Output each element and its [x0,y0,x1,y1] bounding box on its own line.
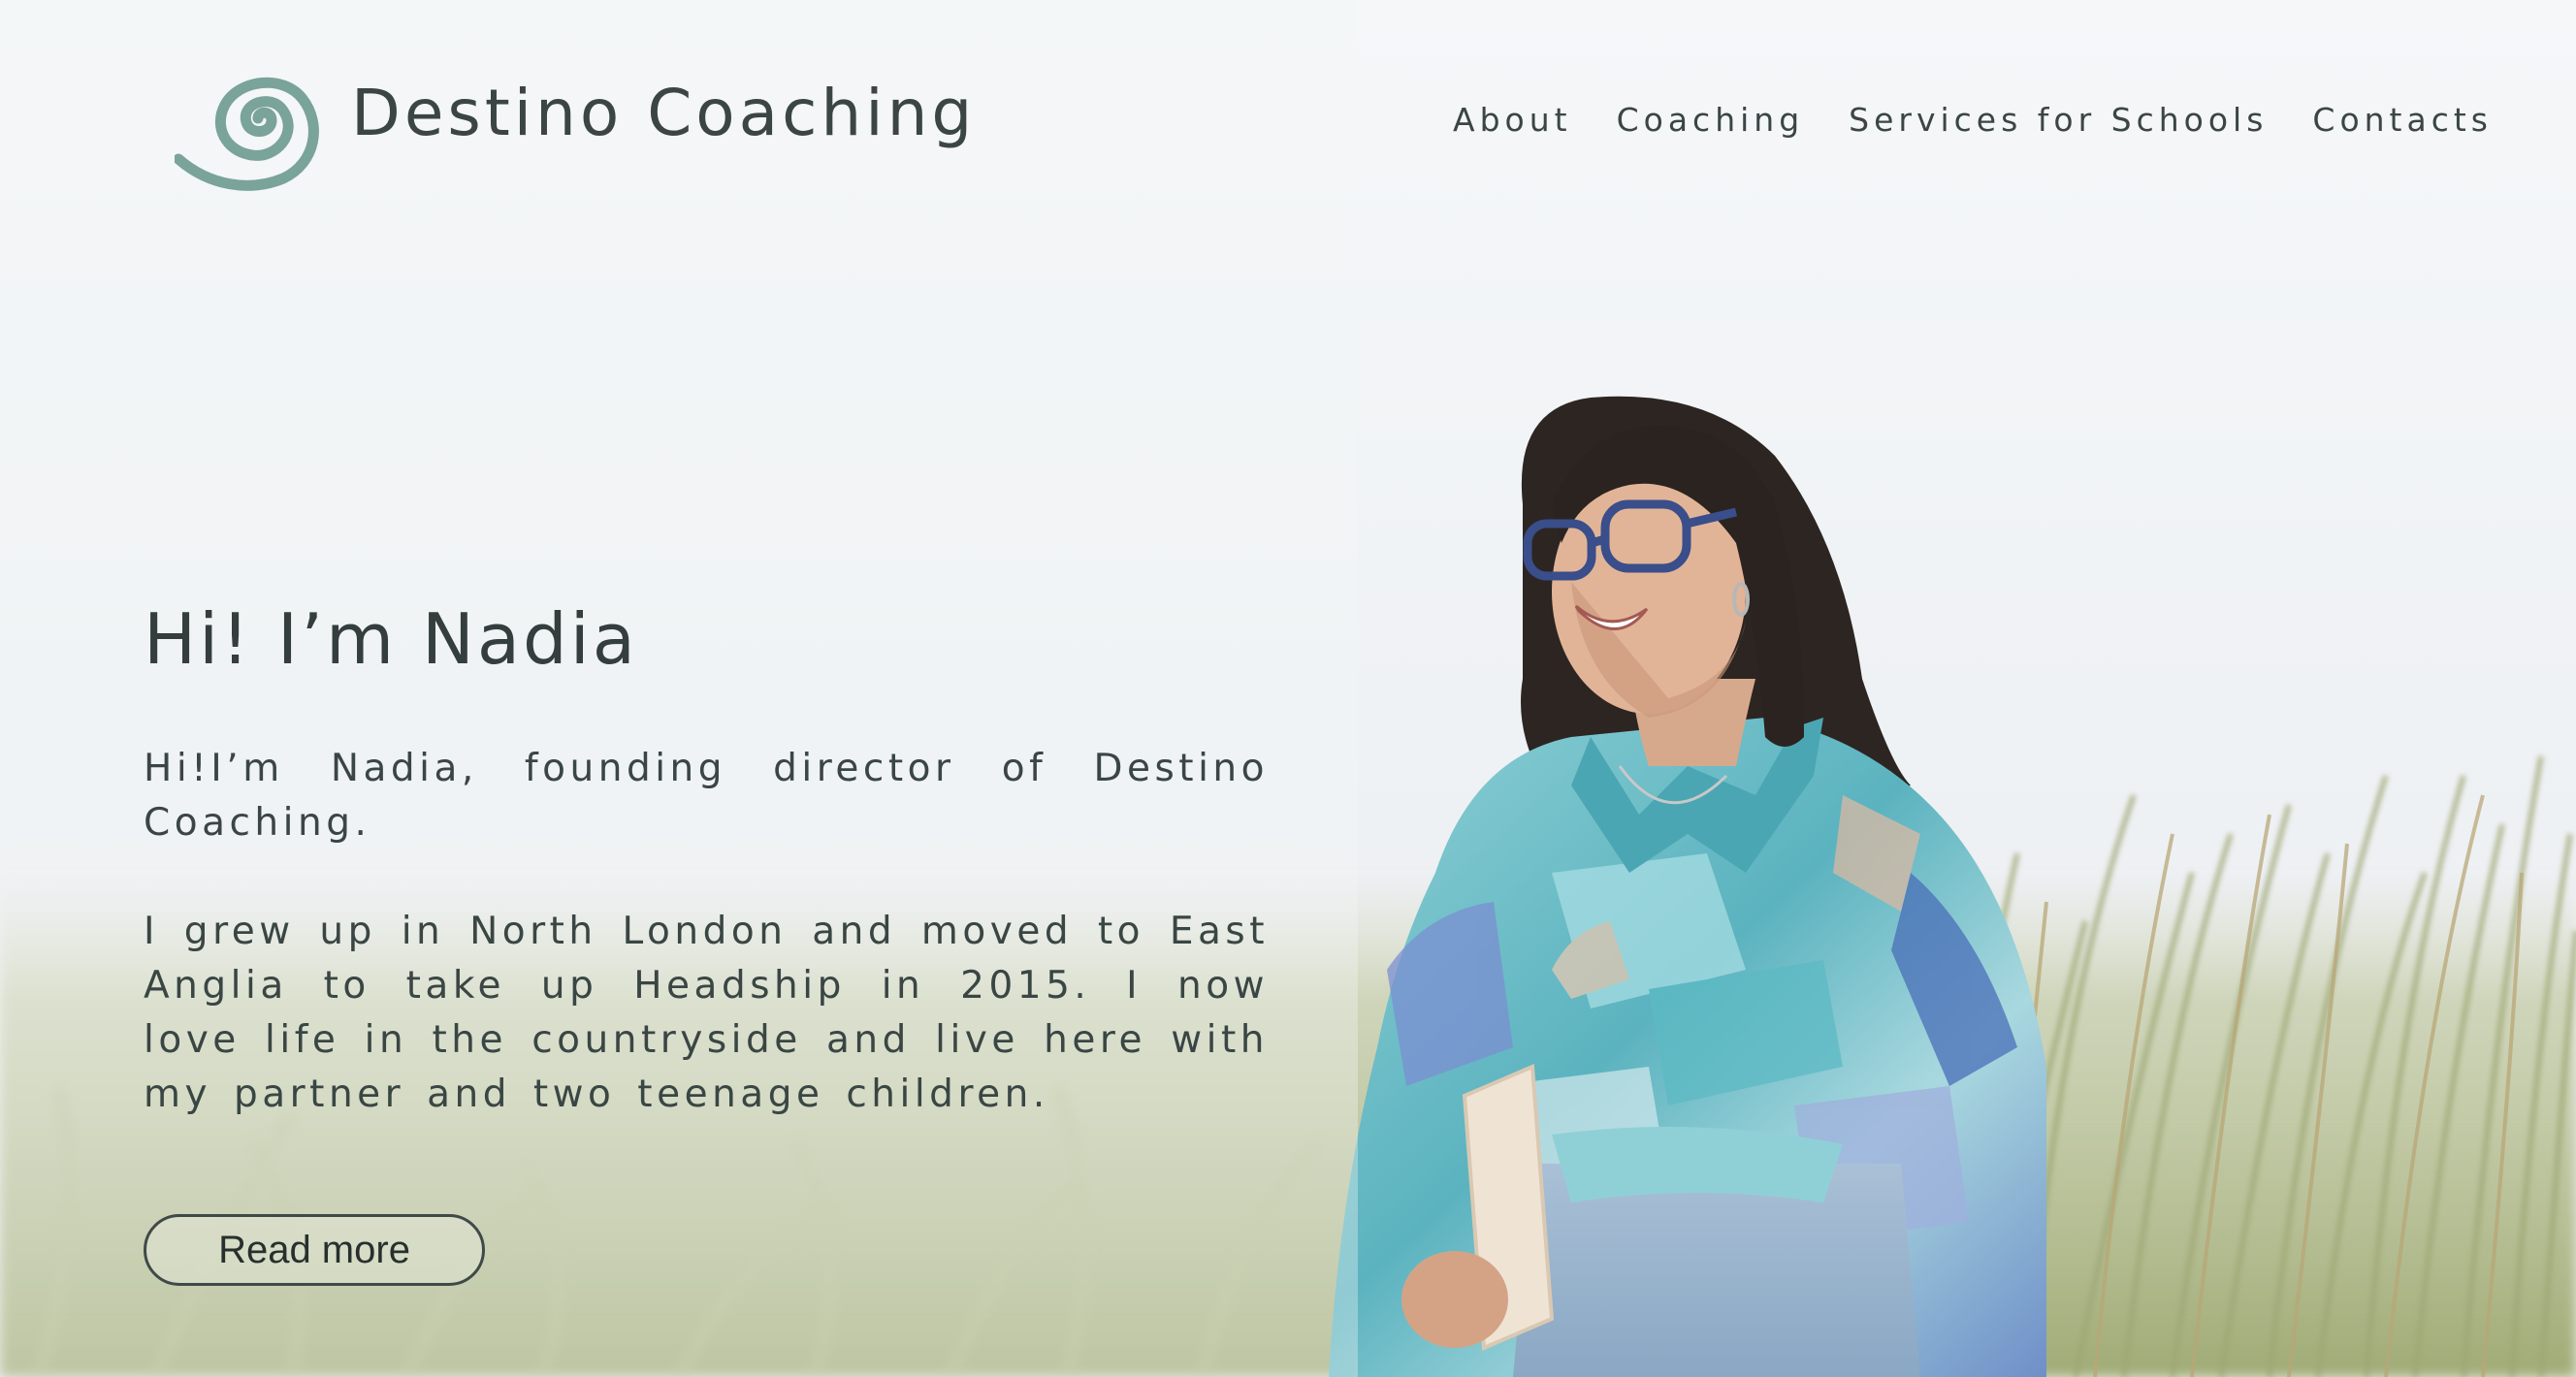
nav-about[interactable]: About [1453,101,1572,139]
spiral-logo-icon [175,54,330,194]
hero-section: Hi! I’m Nadia Hi!I’m Nadia, founding dir… [144,598,1269,1122]
nav-services-for-schools[interactable]: Services for Schools [1849,101,2268,139]
hero-title: Hi! I’m Nadia [144,598,638,680]
main-nav: About Coaching Services for Schools Cont… [1453,101,2493,139]
brand-home-link[interactable]: Destino Coaching [175,54,976,194]
nav-contacts[interactable]: Contacts [2312,101,2493,139]
read-more-button[interactable]: Read more [144,1214,485,1286]
hero-story-text: I grew up in North London and moved to E… [144,910,1269,1117]
hero-intro-text: Hi!I’m Nadia, founding director of Desti… [144,747,1269,846]
brand-name: Destino Coaching [351,76,977,150]
site-header: Destino Coaching About Coaching Services… [0,0,2576,223]
nav-coaching[interactable]: Coaching [1617,101,1805,139]
